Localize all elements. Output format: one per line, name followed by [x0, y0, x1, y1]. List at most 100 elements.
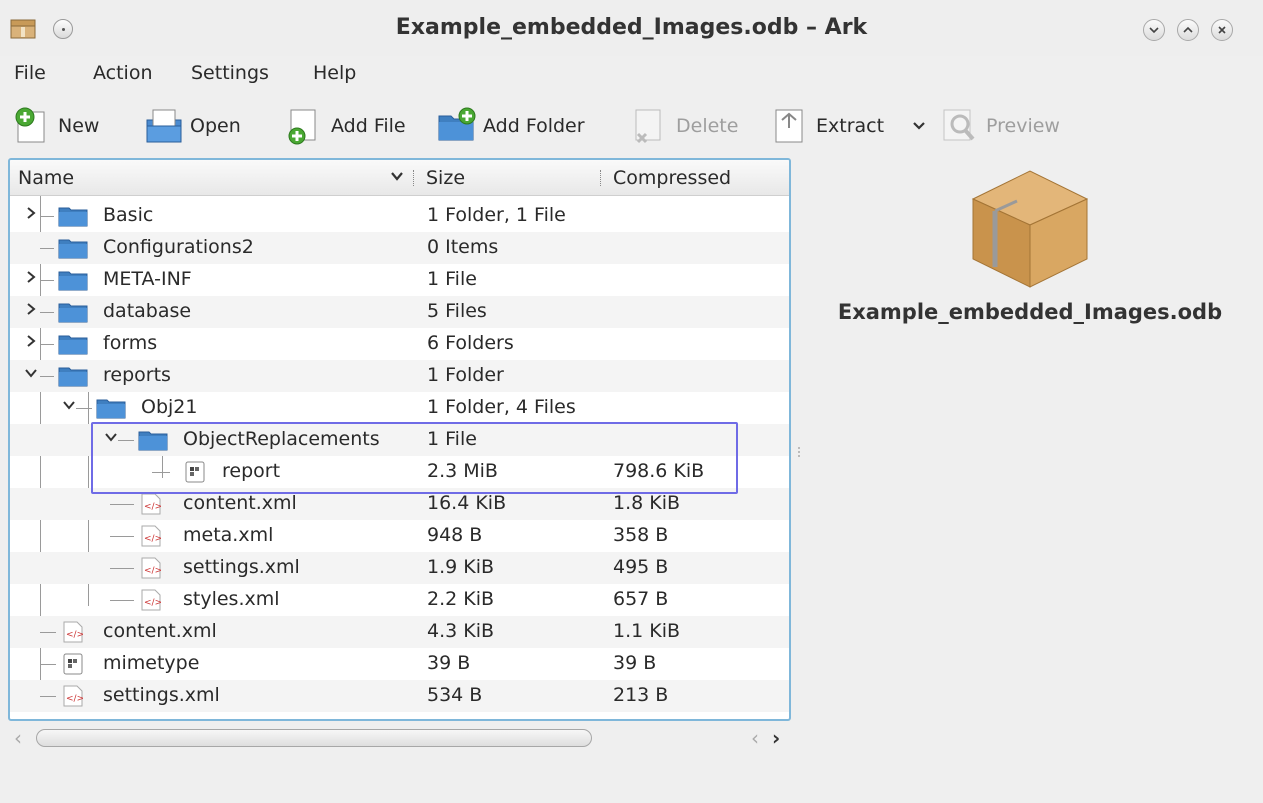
tree-item-size: 0 Items — [427, 236, 499, 258]
expand-arrow-icon[interactable] — [24, 270, 38, 284]
collapse-arrow-icon[interactable] — [62, 398, 76, 412]
column-separator[interactable] — [600, 170, 602, 186]
tree-row[interactable]: Basic 1 Folder, 1 File — [10, 200, 789, 232]
column-header-size[interactable]: Size — [426, 167, 465, 189]
tree-item-compressed: 657 B — [613, 588, 669, 610]
tree-row[interactable]: </> content.xml 16.4 KiB 1.8 KiB — [10, 488, 789, 520]
xml-file-icon: </> — [63, 621, 83, 643]
scroll-left-arrow-icon[interactable]: ‹ — [751, 726, 759, 750]
expand-arrow-icon[interactable] — [24, 206, 38, 220]
tree-item-size: 1 Folder — [427, 364, 504, 386]
binary-file-icon — [63, 653, 83, 675]
tree-item-compressed: 213 B — [613, 684, 669, 706]
add-folder-button[interactable]: Add Folder — [437, 102, 585, 150]
tree-item-name: settings.xml — [183, 556, 300, 578]
xml-file-icon: </> — [141, 525, 161, 547]
tree-row[interactable]: META-INF 1 File — [10, 264, 789, 296]
tree-item-compressed: 358 B — [613, 524, 669, 546]
tree-item-size: 6 Folders — [427, 332, 514, 354]
xml-file-icon: </> — [141, 557, 161, 579]
tree-item-name: Configurations2 — [103, 236, 254, 258]
scroll-right-arrow-icon[interactable]: › — [772, 726, 780, 750]
tree-item-name: META-INF — [103, 268, 192, 290]
column-header-compressed[interactable]: Compressed — [613, 167, 731, 189]
tree-row[interactable]: reports 1 Folder — [10, 360, 789, 392]
tree-row[interactable]: </> settings.xml 1.9 KiB 495 B — [10, 552, 789, 584]
collapse-arrow-icon[interactable] — [24, 366, 38, 380]
tree-item-size: 16.4 KiB — [427, 492, 507, 514]
pane-splitter-handle[interactable] — [797, 445, 801, 465]
xml-file-icon: </> — [63, 685, 83, 707]
menu-action[interactable]: Action — [93, 62, 153, 84]
xml-file-icon: </> — [141, 589, 161, 611]
preview-button[interactable]: Preview — [940, 102, 1060, 150]
tree-row[interactable]: forms 6 Folders — [10, 328, 789, 360]
expand-arrow-icon[interactable] — [24, 334, 38, 348]
add-folder-label: Add Folder — [483, 115, 585, 137]
delete-button[interactable]: Delete — [630, 102, 738, 150]
tree-item-name: Obj21 — [141, 396, 198, 418]
tree-item-size: 1 Folder, 1 File — [427, 204, 566, 226]
folder-icon — [58, 303, 88, 323]
add-folder-icon — [438, 107, 476, 141]
extract-label: Extract — [816, 115, 885, 137]
column-header-name[interactable]: Name — [18, 167, 74, 189]
tree-row[interactable]: </> styles.xml 2.2 KiB 657 B — [10, 584, 789, 616]
open-button[interactable]: Open — [144, 102, 241, 150]
tree-item-size: 1 File — [427, 428, 477, 450]
tree-item-compressed: 39 B — [613, 652, 657, 674]
extract-menu-chevron-icon[interactable] — [912, 120, 926, 132]
tree-row[interactable]: ObjectReplacements 1 File — [10, 424, 789, 456]
menu-file[interactable]: File — [14, 62, 46, 84]
column-separator[interactable] — [413, 170, 415, 186]
tree-item-size: 948 B — [427, 524, 483, 546]
delete-file-icon — [635, 109, 661, 144]
menu-help[interactable]: Help — [313, 62, 356, 84]
extract-button[interactable]: Extract — [770, 102, 884, 150]
scrollbar-thumb[interactable] — [36, 729, 592, 747]
tree-header: Name Size Compressed — [10, 160, 789, 196]
tree-item-name: meta.xml — [183, 524, 274, 546]
folder-open-icon — [58, 367, 88, 387]
minimize-button[interactable] — [1143, 19, 1165, 41]
tree-row[interactable]: </> settings.xml 534 B 213 B — [10, 680, 789, 712]
folder-icon — [58, 207, 88, 227]
tree-row[interactable]: Configurations2 0 Items — [10, 232, 789, 264]
tree-item-name: report — [222, 460, 281, 482]
new-label: New — [58, 115, 100, 137]
tree-row[interactable]: </> content.xml 4.3 KiB 1.1 KiB — [10, 616, 789, 648]
new-button[interactable]: New — [12, 102, 99, 150]
tree-item-size: 1 Folder, 4 Files — [427, 396, 576, 418]
expand-arrow-icon[interactable] — [24, 302, 38, 316]
tree-row[interactable]: mimetype 39 B 39 B — [10, 648, 789, 680]
close-button[interactable] — [1211, 19, 1233, 41]
svg-text:</>: </> — [144, 598, 161, 608]
tree-item-name: forms — [103, 332, 158, 354]
horizontal-scrollbar[interactable]: ‹ ‹ › — [8, 722, 791, 752]
tree-item-size: 1.9 KiB — [427, 556, 495, 578]
collapse-arrow-icon[interactable] — [104, 430, 118, 444]
menu-settings[interactable]: Settings — [191, 62, 269, 84]
svg-text:</>: </> — [66, 630, 83, 640]
title-bar: Example_embedded_Images.odb – Ark — [0, 0, 1263, 56]
chevron-up-icon — [1183, 26, 1193, 33]
chevron-down-icon — [1149, 27, 1159, 34]
maximize-button[interactable] — [1177, 19, 1199, 41]
tree-row[interactable]: database 5 Files — [10, 296, 789, 328]
scroll-left-arrow-icon[interactable]: ‹ — [14, 726, 22, 750]
tree-row[interactable]: report 2.3 MiB 798.6 KiB — [10, 456, 789, 488]
preview-label: Preview — [986, 115, 1060, 137]
preview-filename: Example_embedded_Images.odb — [837, 300, 1223, 324]
tree-row[interactable]: </> meta.xml 948 B 358 B — [10, 520, 789, 552]
tree-item-compressed: 495 B — [613, 556, 669, 578]
archive-tree-view[interactable]: Name Size Compressed Basic 1 Folder, 1 F… — [8, 158, 791, 721]
folder-icon — [58, 335, 88, 355]
add-file-button[interactable]: Add File — [285, 102, 406, 150]
main-toolbar: New Open Add File Add Folder Delete Extr… — [0, 98, 1263, 156]
tree-item-compressed: 1.8 KiB — [613, 492, 681, 514]
tree-item-size: 4.3 KiB — [427, 620, 495, 642]
svg-text:</>: </> — [144, 502, 161, 512]
tree-item-name: settings.xml — [103, 684, 220, 706]
tree-row[interactable]: Obj21 1 Folder, 4 Files — [10, 392, 789, 424]
sort-descending-icon[interactable] — [390, 169, 404, 183]
